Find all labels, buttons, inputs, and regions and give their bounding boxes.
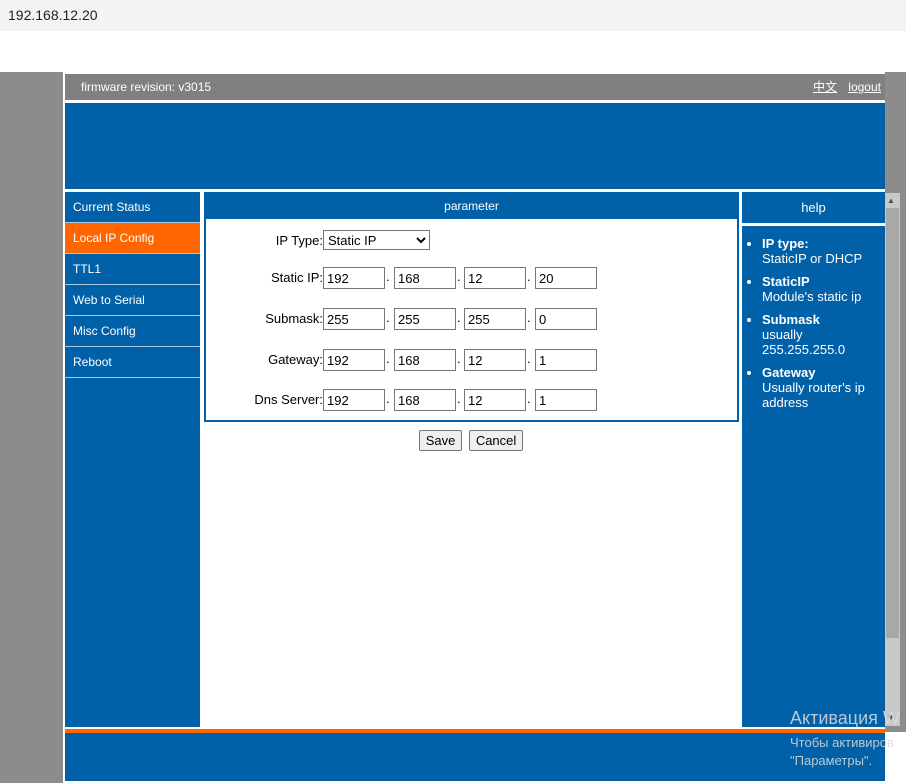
static-ip-row: Static IP: . . .	[206, 267, 737, 289]
submask-octet-1[interactable]	[323, 308, 385, 330]
gateway-label: Gateway:	[268, 352, 323, 367]
dns-octet-2[interactable]	[394, 389, 456, 411]
address-bar[interactable]: 192.168.12.20	[0, 0, 906, 31]
ip-type-row: IP Type: Static IP	[206, 230, 737, 252]
submask-octet-4[interactable]	[535, 308, 597, 330]
watermark-line-3: "Параметры".	[790, 753, 873, 768]
sidebar-item-misc-config[interactable]: Misc Config	[65, 316, 200, 347]
help-panel: help IP type:StaticIP or DHCP StaticIPMo…	[742, 192, 885, 727]
scrollbar-thumb[interactable]	[886, 208, 899, 638]
help-desc: usually 255.255.255.0	[762, 327, 846, 357]
help-term: StaticIP	[762, 274, 810, 289]
submask-octet-3[interactable]	[464, 308, 526, 330]
language-link[interactable]: 中文	[813, 80, 837, 94]
watermark-line-2: Чтобы активиров	[790, 735, 894, 750]
page-background-left	[0, 72, 63, 783]
submask-octet-2[interactable]	[394, 308, 456, 330]
gateway-octet-1[interactable]	[323, 349, 385, 371]
banner	[65, 103, 885, 189]
sidebar-item-web-to-serial[interactable]: Web to Serial	[65, 285, 200, 316]
firmware-value: v3015	[178, 80, 212, 94]
ip-separator: .	[457, 310, 461, 325]
help-item: GatewayUsually router's ip address	[762, 365, 885, 410]
submask-label: Submask:	[265, 311, 323, 326]
ip-type-select[interactable]: Static IP	[323, 230, 430, 250]
gateway-octet-4[interactable]	[535, 349, 597, 371]
help-term: Submask	[762, 312, 820, 327]
gateway-octet-2[interactable]	[394, 349, 456, 371]
help-item: IP type:StaticIP or DHCP	[762, 236, 885, 266]
scrollbar[interactable]: ▲ ▼	[885, 193, 900, 726]
ip-separator: .	[527, 391, 531, 406]
ip-type-label: IP Type:	[275, 233, 323, 248]
firmware-label: firmware revision:	[81, 80, 176, 94]
help-term: Gateway	[762, 365, 816, 380]
save-button[interactable]: Save	[418, 430, 463, 451]
static-ip-label: Static IP:	[270, 270, 323, 285]
ip-separator: .	[386, 351, 390, 366]
ip-separator: .	[457, 351, 461, 366]
gateway-octet-3[interactable]	[464, 349, 526, 371]
panel-title: parameter	[206, 194, 737, 219]
help-desc: Usually router's ip address	[762, 380, 865, 410]
ip-separator: .	[527, 310, 531, 325]
help-item: Submaskusually 255.255.255.0	[762, 312, 885, 357]
dns-row: Dns Server: . . .	[206, 389, 737, 411]
sidebar-item-local-ip-config[interactable]: Local IP Config	[65, 223, 200, 254]
help-desc: Module's static ip	[762, 289, 862, 304]
help-item: StaticIPModule's static ip	[762, 274, 885, 304]
ip-separator: .	[386, 391, 390, 406]
ip-separator: .	[457, 269, 461, 284]
static-ip-octet-1[interactable]	[323, 267, 385, 289]
ip-separator: .	[457, 391, 461, 406]
sidebar-item-ttl1[interactable]: TTL1	[65, 254, 200, 285]
cancel-button[interactable]: Cancel	[468, 430, 524, 451]
ip-separator: .	[386, 310, 390, 325]
static-ip-octet-3[interactable]	[464, 267, 526, 289]
sidebar: Current Status Local IP Config TTL1 Web …	[65, 192, 200, 727]
config-page: firmware revision: v3015 中文 logout Curre…	[63, 72, 885, 783]
dns-octet-4[interactable]	[535, 389, 597, 411]
scroll-up-arrow-icon[interactable]: ▲	[887, 196, 895, 205]
sidebar-item-current-status[interactable]: Current Status	[65, 192, 200, 223]
firmware-revision: firmware revision: v3015	[81, 74, 211, 100]
gateway-row: Gateway: . . .	[206, 349, 737, 371]
help-term: IP type:	[762, 236, 809, 251]
ip-separator: .	[527, 351, 531, 366]
dns-octet-1[interactable]	[323, 389, 385, 411]
activation-watermark: Активация W Чтобы активиров "Параметры".	[790, 708, 906, 768]
logout-link[interactable]: logout	[848, 80, 881, 94]
header-links: 中文 logout	[805, 74, 881, 100]
ip-separator: .	[386, 269, 390, 284]
url-text: 192.168.12.20	[8, 7, 98, 23]
header-bar: firmware revision: v3015 中文 logout	[65, 74, 885, 100]
dns-octet-3[interactable]	[464, 389, 526, 411]
main-content: parameter IP Type: Static IP Static IP: …	[203, 192, 739, 727]
static-ip-octet-2[interactable]	[394, 267, 456, 289]
parameter-panel: parameter IP Type: Static IP Static IP: …	[204, 192, 739, 422]
ip-separator: .	[527, 269, 531, 284]
submask-row: Submask: . . .	[206, 308, 737, 330]
help-title: help	[742, 192, 885, 226]
dns-label: Dns Server:	[254, 392, 323, 407]
footer	[65, 733, 885, 781]
static-ip-octet-4[interactable]	[535, 267, 597, 289]
sidebar-item-reboot[interactable]: Reboot	[65, 347, 200, 378]
watermark-line-1: Активация W	[790, 708, 900, 728]
help-list: IP type:StaticIP or DHCP StaticIPModule'…	[742, 236, 885, 410]
help-desc: StaticIP or DHCP	[762, 251, 863, 266]
form-buttons: Save Cancel	[203, 430, 739, 451]
